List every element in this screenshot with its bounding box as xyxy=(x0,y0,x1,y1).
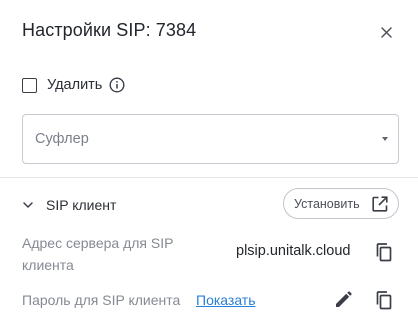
close-icon xyxy=(380,26,392,38)
delete-checkbox[interactable] xyxy=(22,77,37,93)
close-button[interactable] xyxy=(376,22,396,42)
chevron-down-icon xyxy=(22,199,34,211)
sip-settings-dialog: Настройки SIP: 7384 Удалить Суфлер SIP к… xyxy=(0,0,418,320)
prompter-select-placeholder: Суфлер xyxy=(35,131,89,147)
pencil-icon[interactable] xyxy=(333,290,353,310)
sip-client-toggle[interactable]: SIP клиент xyxy=(22,194,116,216)
sip-client-label: SIP клиент xyxy=(46,197,117,213)
show-password-link[interactable]: Показать xyxy=(196,289,256,311)
install-button-label: Установить xyxy=(294,196,360,211)
server-address-label: Адрес сервера для SIP клиента xyxy=(22,235,174,273)
delete-label: Удалить xyxy=(47,77,103,93)
section-divider xyxy=(0,177,418,178)
copy-icon[interactable] xyxy=(373,241,395,263)
prompter-select[interactable]: Суфлер xyxy=(22,114,399,164)
info-icon[interactable] xyxy=(109,77,125,93)
copy-icon[interactable] xyxy=(373,289,395,311)
password-label: Пароль для SIP клиента xyxy=(22,292,181,308)
caret-down-icon xyxy=(382,137,388,141)
delete-row: Удалить xyxy=(22,74,125,96)
server-address-value: plsip.unitalk.cloud xyxy=(236,243,351,259)
dialog-title: Настройки SIP: 7384 xyxy=(22,20,197,40)
open-in-new-icon xyxy=(372,196,388,212)
install-button[interactable]: Установить xyxy=(283,188,399,219)
